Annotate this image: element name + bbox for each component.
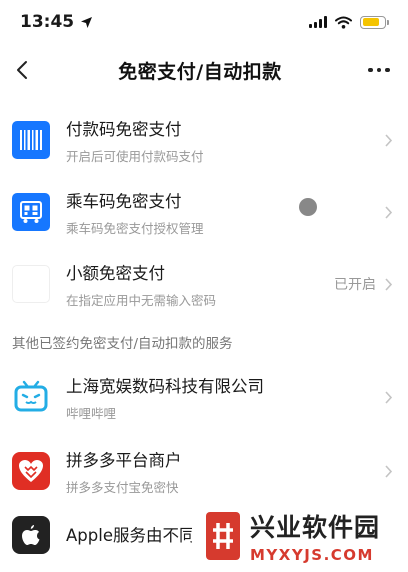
small-amount-text: 小额免密支付 在指定应用中无需输入密码 — [66, 260, 334, 309]
bilibili-text: 上海宽娱数码科技有限公司 哔哩哔哩 — [66, 373, 382, 422]
row-title: 拼多多平台商户 — [66, 450, 182, 470]
watermark-overlay: 兴业软件园 MYXYJS.COM — [192, 500, 408, 572]
nav-bar: 免密支付/自动扣款 — [0, 44, 408, 96]
enabled-status-label: 已开启 — [334, 277, 376, 293]
battery-icon — [360, 15, 389, 29]
wifi-icon — [335, 16, 352, 29]
back-button[interactable] — [8, 56, 36, 84]
watermark-title: 兴业软件园 — [250, 513, 381, 542]
status-time: 13:45 — [20, 12, 75, 32]
status-time-group: 13:45 — [20, 12, 93, 32]
row-subtitle: 在指定应用中无需输入密码 — [66, 292, 217, 308]
status-bar: 13:45 — [0, 0, 408, 44]
pinduoduo-heart-icon — [12, 452, 50, 490]
barcode-icon — [12, 121, 50, 159]
chevron-right-icon — [382, 132, 394, 148]
row-title: 乘车码免密支付 — [66, 191, 182, 211]
watermark-logo-icon — [206, 512, 240, 560]
watermark-url: MYXYJS.COM — [250, 546, 374, 564]
watermark-text: 兴业软件园 MYXYJS.COM — [250, 508, 380, 564]
row-subtitle: 拼多多支付宝免密快 — [66, 479, 179, 495]
chevron-right-icon — [382, 463, 394, 479]
small-amount-row[interactable]: 小额免密支付 在指定应用中无需输入密码 已开启 — [0, 248, 408, 320]
row-title: 小额免密支付 — [66, 263, 165, 283]
bus-qr-icon — [12, 193, 50, 231]
chevron-left-icon — [17, 61, 27, 79]
chevron-right-icon — [382, 204, 394, 220]
pinduoduo-text: 拼多多平台商户 拼多多支付宝免密快 — [66, 447, 382, 496]
row-title: 付款码免密支付 — [66, 119, 182, 139]
bilibili-tv-icon — [12, 378, 50, 416]
app-grid-icon — [12, 265, 50, 303]
service-row-pinduoduo[interactable]: 拼多多平台商户 拼多多支付宝免密快 — [0, 434, 408, 508]
transit-code-row[interactable]: 乘车码免密支付 乘车码免密支付授权管理 — [0, 176, 408, 248]
transit-code-text: 乘车码免密支付 乘车码免密支付授权管理 — [66, 188, 382, 237]
row-title: 上海宽娱数码科技有限公司 — [66, 376, 264, 396]
apple-logo-icon — [12, 516, 50, 554]
row-subtitle: 开启后可使用付款码支付 — [66, 148, 204, 164]
more-options-button[interactable] — [364, 56, 394, 84]
page-title: 免密支付/自动扣款 — [118, 60, 282, 83]
touch-indicator — [299, 198, 317, 216]
payment-code-text: 付款码免密支付 开启后可使用付款码支付 — [66, 116, 382, 165]
chevron-right-icon — [382, 276, 394, 292]
cellular-signal-icon — [309, 16, 327, 28]
row-subtitle: 乘车码免密支付授权管理 — [66, 220, 204, 236]
service-row-bilibili[interactable]: 上海宽娱数码科技有限公司 哔哩哔哩 — [0, 360, 408, 434]
chevron-right-icon — [382, 389, 394, 405]
row-subtitle: 哔哩哔哩 — [66, 405, 117, 421]
section-header: 其他已签约免密支付/自动扣款的服务 — [12, 336, 233, 352]
location-arrow-icon — [81, 16, 93, 28]
payment-code-row[interactable]: 付款码免密支付 开启后可使用付款码支付 — [0, 104, 408, 176]
status-indicators — [309, 15, 389, 29]
